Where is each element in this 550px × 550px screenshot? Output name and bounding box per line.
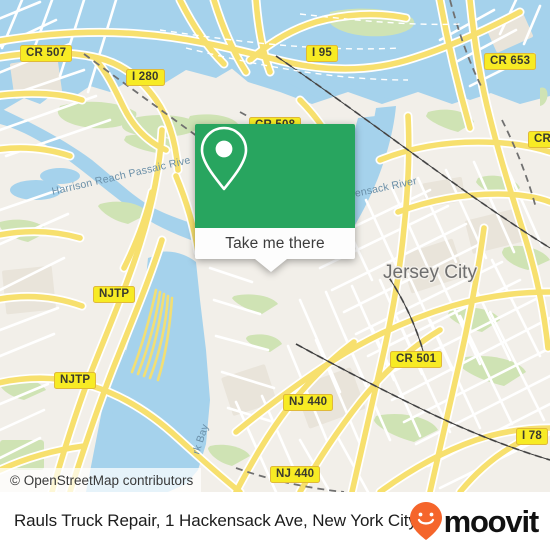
take-me-there-button[interactable]: Take me there [195, 228, 355, 259]
popup-header [195, 124, 355, 228]
location-title: Rauls Truck Repair, 1 Hackensack Ave, Ne… [14, 511, 417, 530]
take-me-there-label: Take me there [225, 234, 325, 252]
footer-bar: Rauls Truck Repair, 1 Hackensack Ave, Ne… [0, 492, 550, 550]
shield-i-95[interactable]: I 95 [306, 45, 338, 62]
popup-pointer [255, 259, 287, 272]
shield-njtp-south[interactable]: NJTP [54, 372, 97, 389]
shield-njtp-north[interactable]: NJTP [93, 286, 136, 303]
shield-cr-501[interactable]: CR 501 [390, 351, 443, 368]
shield-i-78[interactable]: I 78 [516, 428, 548, 445]
moovit-smiley-pin-icon [409, 502, 442, 540]
shield-i-280[interactable]: I 280 [126, 69, 165, 86]
osm-attribution-text: © OpenStreetMap contributors [10, 472, 194, 488]
shield-cr-653[interactable]: CR 653 [484, 53, 537, 70]
shield-cr-507[interactable]: CR 507 [20, 45, 73, 62]
osm-attribution[interactable]: © OpenStreetMap contributors [0, 468, 202, 492]
moovit-logo[interactable]: moovit [409, 501, 540, 541]
shield-nj-440-north[interactable]: NJ 440 [283, 394, 334, 411]
map-pin-icon [200, 126, 248, 191]
place-label-jersey-city: Jersey City [383, 262, 477, 283]
shield-nj-440-south[interactable]: NJ 440 [270, 466, 321, 483]
shield-cr-5xx[interactable]: CR 5 [528, 131, 550, 148]
take-me-there-popup[interactable]: Take me there [195, 124, 355, 272]
map-canvas[interactable]: Harrison Reach Passaic Rive ensack River… [0, 0, 550, 492]
map-screenshot: Harrison Reach Passaic Rive ensack River… [0, 0, 550, 550]
moovit-wordmark: moovit [443, 503, 540, 539]
